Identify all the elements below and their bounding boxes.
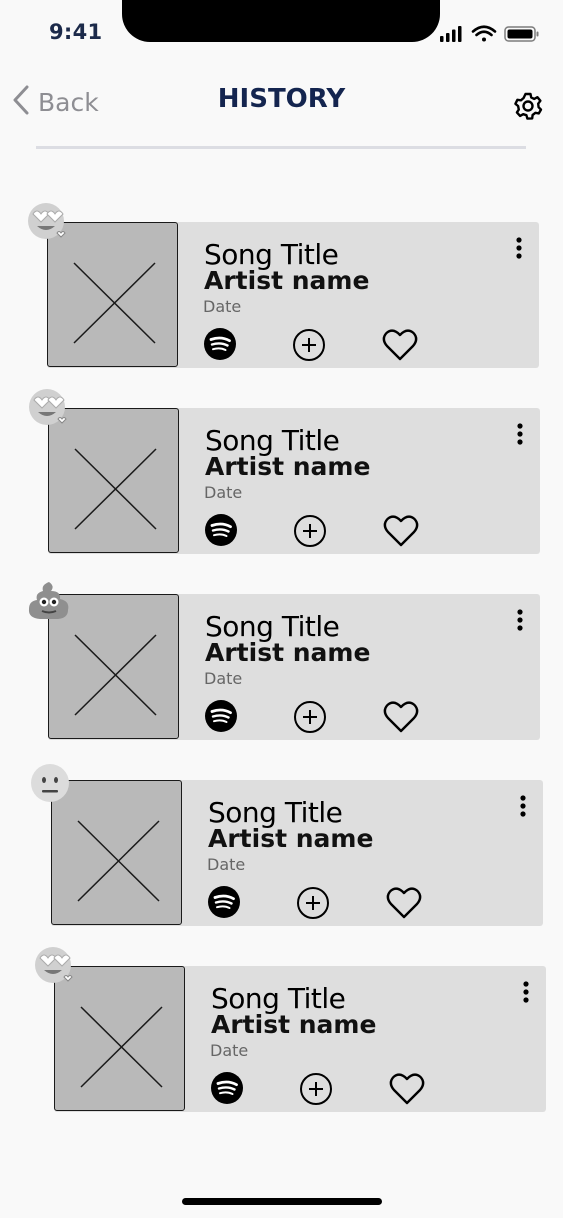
song-date: Date xyxy=(203,297,242,316)
spotify-icon[interactable] xyxy=(205,700,237,737)
heart-icon[interactable] xyxy=(383,514,419,553)
spotify-icon[interactable] xyxy=(205,514,237,551)
artist-name: Artist name xyxy=(208,824,374,853)
more-vertical-icon[interactable] xyxy=(518,794,528,823)
add-circle-icon[interactable] xyxy=(296,886,330,925)
heart-eyes-emoji-icon xyxy=(26,386,72,432)
artist-name: Artist name xyxy=(205,452,371,481)
more-vertical-icon[interactable] xyxy=(514,236,524,265)
cellular-signal-icon xyxy=(440,26,462,42)
heart-icon[interactable] xyxy=(383,700,419,739)
device-notch xyxy=(122,0,440,42)
heart-eyes-emoji-icon xyxy=(32,944,78,990)
poop-emoji-icon xyxy=(26,578,72,624)
wifi-icon xyxy=(471,25,497,42)
battery-icon xyxy=(504,26,539,42)
status-time: 9:41 xyxy=(49,20,103,44)
artist-name: Artist name xyxy=(204,266,370,295)
artist-name: Artist name xyxy=(211,1010,377,1039)
heart-eyes-emoji-icon xyxy=(25,200,71,246)
spotify-icon[interactable] xyxy=(211,1072,243,1109)
artist-name: Artist name xyxy=(205,638,371,667)
song-date: Date xyxy=(207,855,246,874)
add-circle-icon[interactable] xyxy=(293,514,327,553)
add-circle-icon[interactable] xyxy=(292,328,326,367)
status-icons xyxy=(438,22,543,51)
heart-icon[interactable] xyxy=(382,328,418,367)
heart-icon[interactable] xyxy=(389,1072,425,1111)
more-vertical-icon[interactable] xyxy=(515,608,525,637)
neutral-face-emoji-icon xyxy=(30,763,76,809)
gear-icon[interactable] xyxy=(513,91,543,126)
spotify-icon[interactable] xyxy=(204,328,236,365)
header-divider xyxy=(36,146,526,149)
more-vertical-icon[interactable] xyxy=(521,980,531,1009)
home-indicator xyxy=(182,1198,382,1205)
spotify-icon[interactable] xyxy=(208,886,240,923)
heart-icon[interactable] xyxy=(386,886,422,925)
song-date: Date xyxy=(204,669,243,688)
add-circle-icon[interactable] xyxy=(299,1072,333,1111)
page-title: HISTORY xyxy=(217,84,346,114)
more-vertical-icon[interactable] xyxy=(515,422,525,451)
song-date: Date xyxy=(210,1041,249,1060)
song-date: Date xyxy=(204,483,243,502)
add-circle-icon[interactable] xyxy=(293,700,327,739)
